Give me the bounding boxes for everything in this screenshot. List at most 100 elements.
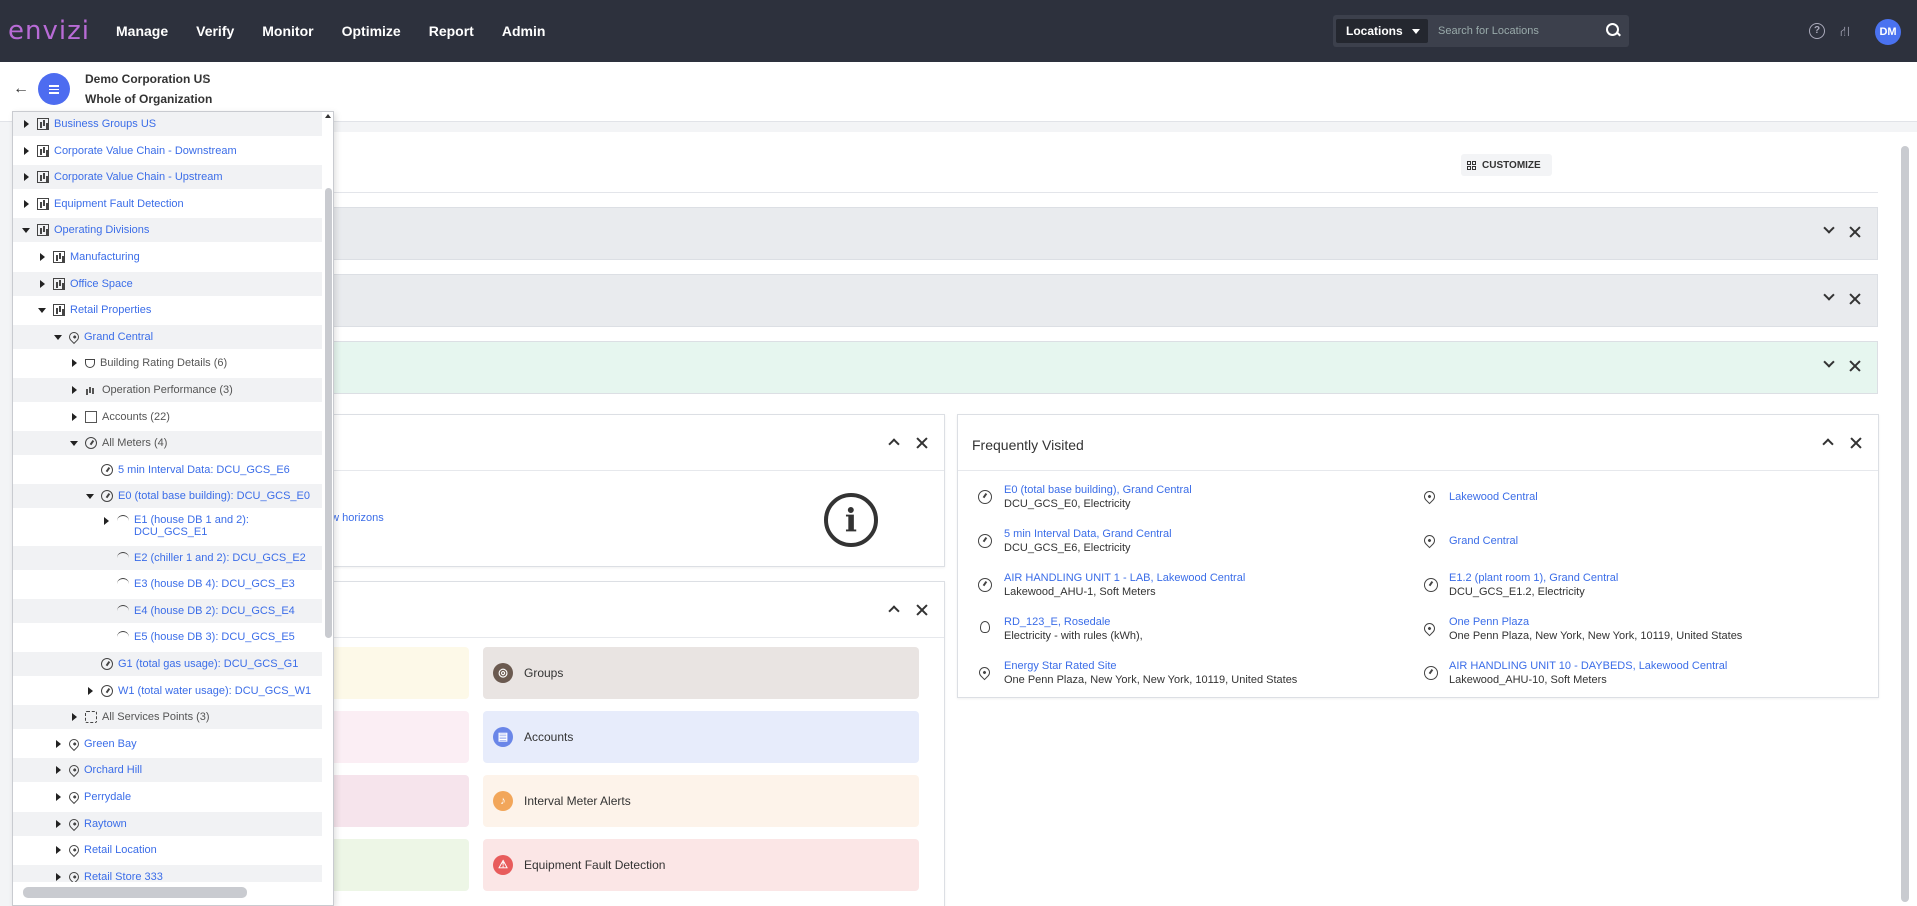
frequent-item-link[interactable]: 5 min Interval Data, Grand Central	[1004, 528, 1172, 540]
frequent-item[interactable]: Energy Star Rated Site One Penn Plaza, Ne…	[1004, 660, 1297, 686]
envizi-logo[interactable]: envizi	[8, 16, 102, 46]
tree-item[interactable]: Green Bay	[13, 732, 322, 756]
tree-item-label[interactable]: Retail Store 333	[84, 871, 163, 883]
tree-item-label[interactable]: Equipment Fault Detection	[54, 198, 184, 210]
caret-right-icon[interactable]	[85, 686, 95, 696]
nav-monitor[interactable]: Monitor	[262, 23, 313, 39]
tree-item[interactable]: Manufacturing	[13, 245, 322, 269]
frequent-item-link[interactable]: RD_123_E, Rosedale	[1004, 616, 1143, 628]
tree-item-label[interactable]: E2 (chiller 1 and 2): DCU_GCS_E2	[134, 552, 306, 564]
close-icon[interactable]	[916, 437, 928, 449]
tile-accounts[interactable]: ▤ Accounts	[483, 711, 919, 763]
back-arrow-icon[interactable]: ←	[13, 80, 29, 98]
caret-right-icon[interactable]	[53, 739, 63, 749]
frequent-item-link[interactable]: AIR HANDLING UNIT 10 - DAYBEDS, Lakewood…	[1449, 660, 1727, 672]
caret-right-icon[interactable]	[37, 252, 47, 262]
tree-item-label[interactable]: Retail Location	[84, 844, 157, 856]
tree-item[interactable]: Retail Properties	[13, 298, 322, 322]
frequent-item[interactable]: AIR HANDLING UNIT 1 - LAB, Lakewood Cent…	[1004, 572, 1245, 598]
search-icon[interactable]	[1600, 18, 1626, 44]
tree-item[interactable]: E5 (house DB 3): DCU_GCS_E5	[13, 625, 322, 649]
frequent-item-link[interactable]: E0 (total base building), Grand Central	[1004, 484, 1192, 496]
tree-item[interactable]: Grand Central	[13, 324, 322, 349]
caret-right-icon[interactable]	[53, 765, 63, 775]
tree-item[interactable]: E2 (chiller 1 and 2): DCU_GCS_E2	[13, 545, 322, 570]
tree-item-label[interactable]: All Meters (4)	[102, 437, 167, 449]
caret-right-icon[interactable]	[53, 792, 63, 802]
caret-down-icon[interactable]	[37, 305, 47, 315]
tree-item[interactable]: Operation Performance (3)	[13, 378, 322, 402]
expand-icon[interactable]	[1823, 356, 1835, 368]
tree-item-label[interactable]: Operation Performance (3)	[102, 384, 233, 396]
expand-icon[interactable]	[1823, 289, 1835, 301]
frequent-item[interactable]: Grand Central	[1449, 535, 1518, 547]
caret-down-icon[interactable]	[53, 332, 63, 342]
frequent-item-link[interactable]: Grand Central	[1449, 535, 1518, 547]
tree-item[interactable]: Office Space	[13, 271, 322, 296]
tree-item-label[interactable]: Corporate Value Chain - Downstream	[54, 145, 237, 157]
frequent-item-link[interactable]: Lakewood Central	[1449, 491, 1538, 503]
tree-item-label[interactable]: Accounts (22)	[102, 411, 170, 423]
tree-item[interactable]: Equipment Fault Detection	[13, 192, 322, 216]
tile-equipment-fault-detection[interactable]: ⚠ Equipment Fault Detection	[483, 839, 919, 891]
nav-verify[interactable]: Verify	[196, 23, 234, 39]
expand-icon[interactable]	[1823, 222, 1835, 234]
caret-right-icon[interactable]	[53, 845, 63, 855]
caret-right-icon[interactable]	[21, 199, 31, 209]
tile-partial-4[interactable]	[322, 839, 469, 891]
caret-down-icon[interactable]	[69, 438, 79, 448]
tree-item[interactable]: Corporate Value Chain - Upstream	[13, 165, 322, 190]
nav-optimize[interactable]: Optimize	[342, 23, 401, 39]
tree-item-label[interactable]: Green Bay	[84, 738, 137, 750]
customize-button[interactable]: CUSTOMIZE	[1461, 154, 1552, 176]
close-icon[interactable]	[1849, 226, 1861, 238]
tile-interval-meter-alerts[interactable]: ♪ Interval Meter Alerts	[483, 775, 919, 827]
tree-item[interactable]: E3 (house DB 4): DCU_GCS_E3	[13, 572, 322, 596]
collapse-icon[interactable]	[1822, 438, 1834, 450]
scroll-up-icon[interactable]	[325, 114, 331, 118]
tree-item[interactable]: Raytown	[13, 811, 322, 836]
tree-item-label[interactable]: Manufacturing	[70, 251, 140, 263]
nav-manage[interactable]: Manage	[116, 23, 168, 39]
location-menu-button[interactable]	[38, 73, 70, 105]
tree-item-label[interactable]: Office Space	[70, 278, 133, 290]
tree-item-label[interactable]: Building Rating Details (6)	[100, 357, 227, 369]
frequent-item[interactable]: 5 min Interval Data, Grand Central DCU_GC…	[1004, 528, 1172, 554]
frequent-item[interactable]: AIR HANDLING UNIT 10 - DAYBEDS, Lakewood…	[1449, 660, 1727, 686]
caret-right-icon[interactable]	[69, 412, 79, 422]
tree-item[interactable]: Accounts (22)	[13, 405, 322, 429]
close-icon[interactable]	[1849, 360, 1861, 372]
tree-item[interactable]: E0 (total base building): DCU_GCS_E0	[13, 484, 322, 509]
tree-item-label[interactable]: E5 (house DB 3): DCU_GCS_E5	[134, 631, 295, 643]
tree-item-label[interactable]: E3 (house DB 4): DCU_GCS_E3	[134, 578, 295, 590]
tree-item[interactable]: All Services Points (3)	[13, 705, 322, 730]
tree-item-label[interactable]: E0 (total base building): DCU_GCS_E0	[118, 490, 310, 502]
caret-right-icon[interactable]	[53, 872, 63, 882]
tree-item[interactable]: 5 min Interval Data: DCU_GCS_E6	[13, 458, 322, 482]
tree-item-label[interactable]: Retail Properties	[70, 304, 151, 316]
tree-item-label[interactable]: Raytown	[84, 818, 127, 830]
tree-item[interactable]: G1 (total gas usage): DCU_GCS_G1	[13, 652, 322, 676]
tree-item-label[interactable]: Grand Central	[84, 331, 153, 343]
frequent-item-link[interactable]: E1.2 (plant room 1), Grand Central	[1449, 572, 1618, 584]
tile-partial-2[interactable]	[322, 711, 469, 763]
location-search-input[interactable]	[1428, 18, 1600, 44]
hierarchy-icon[interactable]: ⛙	[1840, 23, 1856, 39]
tree-item-label[interactable]: Business Groups US	[54, 118, 156, 130]
caret-right-icon[interactable]	[53, 819, 63, 829]
tree-item-label[interactable]: E4 (house DB 2): DCU_GCS_E4	[134, 605, 295, 617]
tree-horizontal-scrollbar[interactable]	[13, 882, 333, 905]
breadcrumb-org[interactable]: Demo Corporation US	[85, 72, 210, 86]
tree-item-label[interactable]: All Services Points (3)	[102, 711, 210, 723]
tree-item[interactable]: W1 (total water usage): DCU_GCS_W1	[13, 679, 322, 703]
caret-right-icon[interactable]	[101, 516, 111, 526]
tree-item[interactable]: Business Groups US	[13, 112, 322, 136]
tree-item[interactable]: Corporate Value Chain - Downstream	[13, 139, 322, 163]
tree-item-label[interactable]: Operating Divisions	[54, 224, 149, 236]
collapse-icon[interactable]	[888, 605, 900, 617]
caret-right-icon[interactable]	[69, 385, 79, 395]
close-icon[interactable]	[916, 604, 928, 616]
tile-partial-3[interactable]	[322, 775, 469, 827]
tile-partial-1[interactable]	[322, 647, 469, 699]
frequent-item[interactable]: One Penn Plaza One Penn Plaza, New York, …	[1449, 616, 1742, 642]
